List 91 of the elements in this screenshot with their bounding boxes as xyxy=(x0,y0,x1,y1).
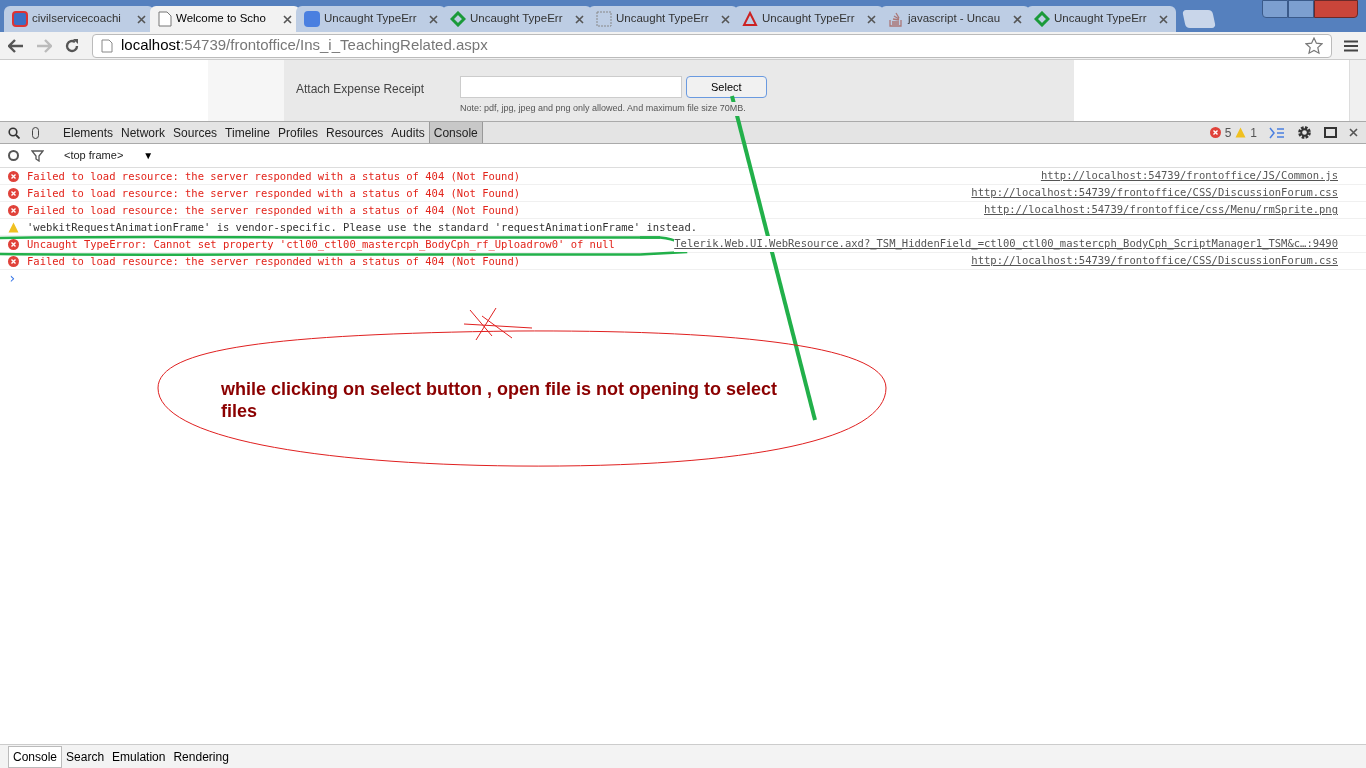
tab-title: Uncaught TypeErr xyxy=(470,11,564,27)
tab-title: javascript - Uncau xyxy=(908,11,1002,27)
note-text: Note: pdf, jpg, jpeg and png only allowed. And maximum file size 70MB. xyxy=(460,102,746,116)
error-icon xyxy=(1209,127,1221,138)
close-icon[interactable] xyxy=(1159,14,1168,24)
close-icon[interactable] xyxy=(1013,14,1022,24)
tab-title: Uncaught TypeErr xyxy=(324,11,418,27)
console-message: Failed to load resource: the server responded with a status of 404 (Not Found) xyxy=(27,255,521,267)
stack-icon xyxy=(888,11,904,27)
console-message: 'webkitRequestAnimationFrame' is vendor-specific. Please use the standard 'requestAnimationFrame' instead. xyxy=(27,221,698,233)
star-icon[interactable] xyxy=(1305,36,1323,55)
url-text: localhost:54739/frontoffice/Ins_i_TeachingRelated.aspx xyxy=(121,35,489,56)
browser-tab[interactable]: Uncaught TypeErr xyxy=(734,6,884,32)
devtools-tab[interactable]: Timeline xyxy=(221,122,274,143)
annotation-text: while clicking on select button , open file is not opening to select files xyxy=(221,378,779,422)
close-icon[interactable] xyxy=(1349,128,1358,137)
page-icon xyxy=(158,11,172,27)
page-icon xyxy=(101,38,113,53)
select-button[interactable]: Select xyxy=(686,76,767,98)
tab-title: Welcome to Scho xyxy=(176,11,267,27)
address-field[interactable]: localhost:54739/frontoffice/Ins_i_TeachingRelated.aspx xyxy=(92,33,1332,58)
warning-icon xyxy=(1235,127,1247,138)
browser-tab[interactable]: Uncaught TypeErr xyxy=(588,6,738,32)
reload-icon[interactable] xyxy=(64,37,80,54)
error-count[interactable]: 5 xyxy=(1209,123,1232,142)
square-icon xyxy=(304,11,320,27)
error-icon xyxy=(8,187,19,199)
source-link[interactable]: Telerik.Web.UI.WebResource.axd?_TSM_HiddenField_=ctl00_ctl00_mastercph_BodyCph_ScriptManager1_TSM&c…:9490 xyxy=(674,236,1338,252)
field-label: Attach Expense Receipt xyxy=(296,81,426,98)
error-icon xyxy=(8,255,19,267)
new-tab-button[interactable] xyxy=(1182,10,1216,28)
devtools-tab[interactable]: Console xyxy=(428,122,483,143)
dock-icon[interactable] xyxy=(1324,127,1337,138)
grid-icon xyxy=(596,11,612,27)
tab-title: Uncaught TypeErr xyxy=(1054,11,1148,27)
source-link[interactable]: http://localhost:54739/frontoffice/css/Menu/rmSprite.png xyxy=(984,202,1338,218)
close-icon[interactable] xyxy=(283,14,292,24)
caret-icon[interactable]: ▼ xyxy=(143,148,154,163)
annotation-scribble xyxy=(462,306,534,342)
triangle-icon xyxy=(742,11,758,27)
console-prompt[interactable]: › xyxy=(0,270,25,286)
search-icon[interactable] xyxy=(8,126,20,139)
tab-title: Uncaught TypeErr xyxy=(616,11,710,27)
close-icon[interactable] xyxy=(575,14,584,24)
browser-tab[interactable]: Uncaught TypeErr xyxy=(296,6,446,32)
minimize-button[interactable] xyxy=(1262,0,1288,18)
devtools-tab[interactable]: Resources xyxy=(322,122,388,143)
browser-tab[interactable]: Welcome to Scho xyxy=(150,6,300,32)
source-link[interactable]: http://localhost:54739/frontoffice/CSS/DiscussionForum.css xyxy=(971,253,1338,269)
browser-tab[interactable]: Uncaught TypeErr xyxy=(442,6,592,32)
diamond-icon xyxy=(450,11,466,27)
tab-title: civilservicecoachi xyxy=(32,11,122,27)
devtools-tab[interactable]: Elements xyxy=(59,122,118,143)
drawer-tab[interactable]: Emulation xyxy=(108,745,170,768)
source-link[interactable]: http://localhost:54739/frontoffice/JS/Common.js xyxy=(1040,168,1338,184)
error-icon xyxy=(8,170,19,182)
diamond-icon xyxy=(1034,11,1050,27)
devtools-tab[interactable]: Network xyxy=(117,122,170,143)
error-icon xyxy=(8,204,19,216)
console-message: Failed to load resource: the server responded with a status of 404 (Not Found) xyxy=(27,187,521,199)
drawer-tab[interactable]: Search xyxy=(62,745,109,768)
calendar-icon xyxy=(12,11,28,27)
clear-icon[interactable] xyxy=(8,150,19,161)
warning-icon xyxy=(8,221,19,233)
back-icon[interactable] xyxy=(8,38,24,53)
close-icon[interactable] xyxy=(137,14,146,24)
menu-icon[interactable] xyxy=(1344,39,1358,52)
error-icon xyxy=(8,238,19,250)
browser-tab[interactable]: civilservicecoachi xyxy=(4,6,154,32)
maximize-button[interactable] xyxy=(1288,0,1314,18)
drawer-icon[interactable] xyxy=(1269,126,1285,139)
source-link[interactable]: http://localhost:54739/frontoffice/CSS/DiscussionForum.css xyxy=(971,185,1338,201)
warning-count[interactable]: 1 xyxy=(1235,123,1257,142)
file-field[interactable] xyxy=(460,76,682,98)
devtools-tab[interactable]: Profiles xyxy=(274,122,322,143)
console-message: Uncaught TypeError: Cannot set property 'ctl00_ctl00_mastercph_BodyCph_rf_Uploadrow0' of null xyxy=(27,238,615,250)
settings-icon[interactable] xyxy=(1297,125,1312,140)
frame-selector[interactable]: <top frame> xyxy=(64,147,124,164)
close-icon[interactable] xyxy=(429,14,438,24)
close-icon[interactable] xyxy=(867,14,876,24)
browser-tab[interactable]: Uncaught TypeErr xyxy=(1026,6,1176,32)
close-icon[interactable] xyxy=(721,14,730,24)
devtools-tab[interactable]: Sources xyxy=(169,122,222,143)
drawer-tab[interactable]: Rendering xyxy=(169,745,233,768)
drawer-tab[interactable]: Console xyxy=(8,745,63,768)
browser-tab[interactable]: javascript - Uncau xyxy=(880,6,1030,32)
console-message: Failed to load resource: the server responded with a status of 404 (Not Found) xyxy=(27,170,521,182)
console-message: Failed to load resource: the server responded with a status of 404 (Not Found) xyxy=(27,204,521,216)
filter-icon[interactable] xyxy=(31,149,44,162)
devtools-tab[interactable]: Audits xyxy=(387,122,429,143)
tab-title: Uncaught TypeErr xyxy=(762,11,856,27)
